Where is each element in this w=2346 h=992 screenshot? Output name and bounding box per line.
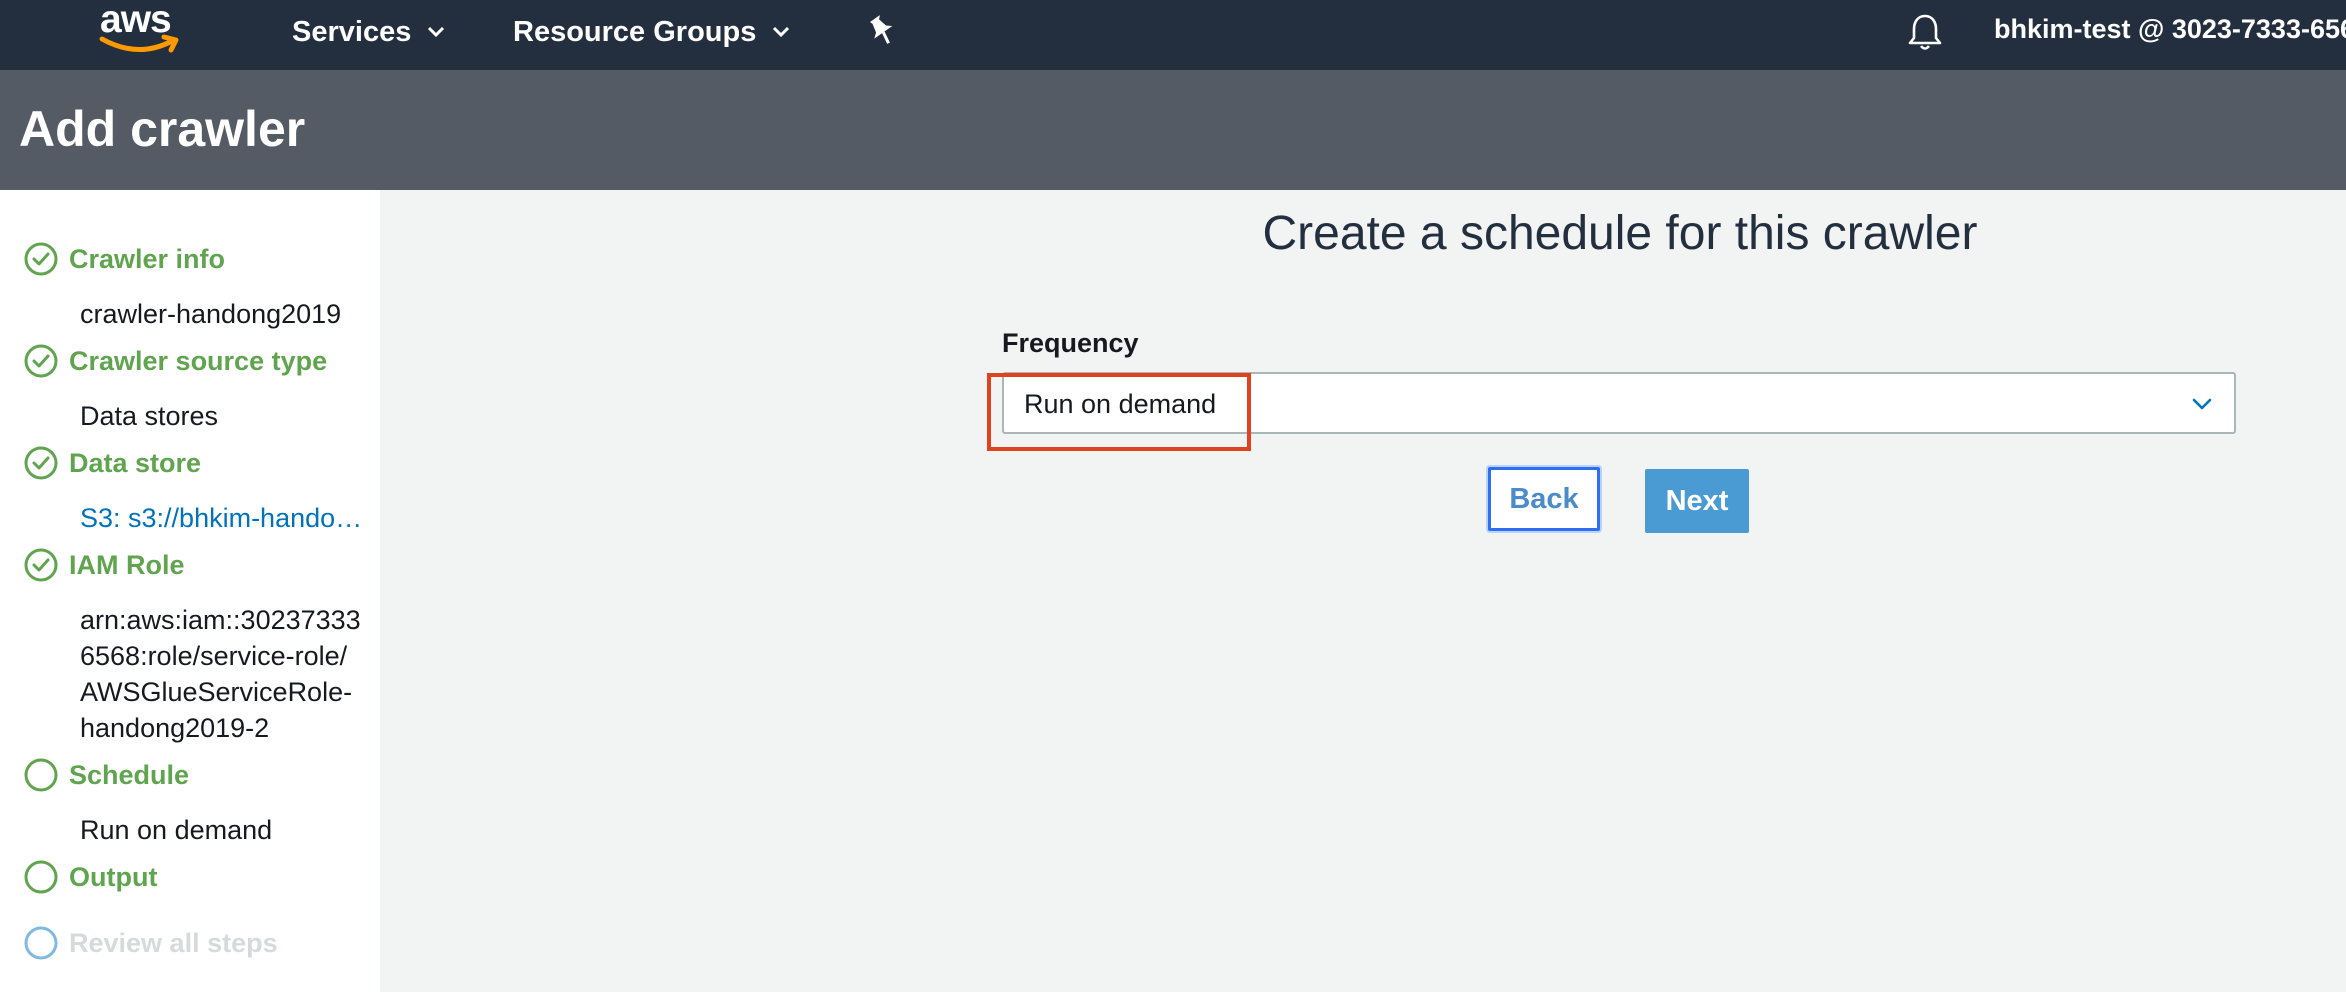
check-circle-icon xyxy=(24,446,58,480)
data-store-link[interactable]: S3: s3://bhkim-handong2019 xyxy=(80,500,370,536)
step-schedule[interactable]: Schedule xyxy=(24,758,189,792)
step-value: Run on demand xyxy=(80,815,273,845)
frequency-selected-value: Run on demand xyxy=(1024,389,1217,419)
chevron-down-icon xyxy=(772,26,790,38)
account-menu[interactable]: bhkim-test @ 3023-7333-6568 xyxy=(1994,14,2346,45)
step-value: crawler-handong2019 xyxy=(80,299,342,329)
chevron-down-icon xyxy=(427,26,445,38)
step-review-all-steps: Review all steps xyxy=(24,926,278,960)
step-label: IAM Role xyxy=(69,549,185,580)
step-label: Crawler info xyxy=(69,243,226,274)
frequency-select[interactable]: Run on demand xyxy=(1002,372,2236,434)
step-crawler-source-type[interactable]: Crawler source type xyxy=(24,344,327,378)
next-button[interactable]: Next xyxy=(1645,469,1749,533)
circle-icon xyxy=(24,860,58,894)
pin-icon[interactable] xyxy=(866,14,896,48)
step-value: Data stores xyxy=(80,401,219,431)
circle-icon xyxy=(24,758,58,792)
step-value: arn:aws:iam::302373336568:role/service-r… xyxy=(80,605,361,743)
top-navigation-bar: aws Services Resource Groups bhkim-test … xyxy=(0,0,2346,70)
page-title: Add crawler xyxy=(19,101,306,157)
services-menu[interactable]: Services xyxy=(292,12,445,52)
aws-logo[interactable]: aws xyxy=(98,0,188,58)
check-circle-icon xyxy=(24,242,58,276)
back-button[interactable]: Back xyxy=(1488,467,1600,531)
step-iam-role[interactable]: IAM Role xyxy=(24,548,185,582)
check-circle-icon xyxy=(24,344,58,378)
resource-groups-label: Resource Groups xyxy=(513,15,757,48)
step-label: Crawler source type xyxy=(69,345,328,376)
step-data-store[interactable]: Data store xyxy=(24,446,201,480)
step-label: Schedule xyxy=(69,759,190,790)
step-label: Review all steps xyxy=(69,927,278,958)
wizard-steps-sidebar: Crawler info crawler-handong2019 Crawler… xyxy=(0,190,380,992)
step-output[interactable]: Output xyxy=(24,860,157,894)
step-label: Output xyxy=(69,861,158,892)
bell-icon[interactable] xyxy=(1906,12,1944,52)
section-title: Create a schedule for this crawler xyxy=(1262,207,1978,260)
step-crawler-info[interactable]: Crawler info xyxy=(24,242,225,276)
resource-groups-menu[interactable]: Resource Groups xyxy=(513,12,790,52)
frequency-label: Frequency xyxy=(1002,328,1139,358)
step-label: Data store xyxy=(69,447,202,478)
check-circle-icon xyxy=(24,548,58,582)
aws-smile-icon xyxy=(99,34,179,53)
services-label: Services xyxy=(292,15,412,48)
circle-icon xyxy=(24,926,58,960)
page-header: Add crawler xyxy=(0,70,2346,190)
chevron-down-icon xyxy=(2192,398,2212,410)
